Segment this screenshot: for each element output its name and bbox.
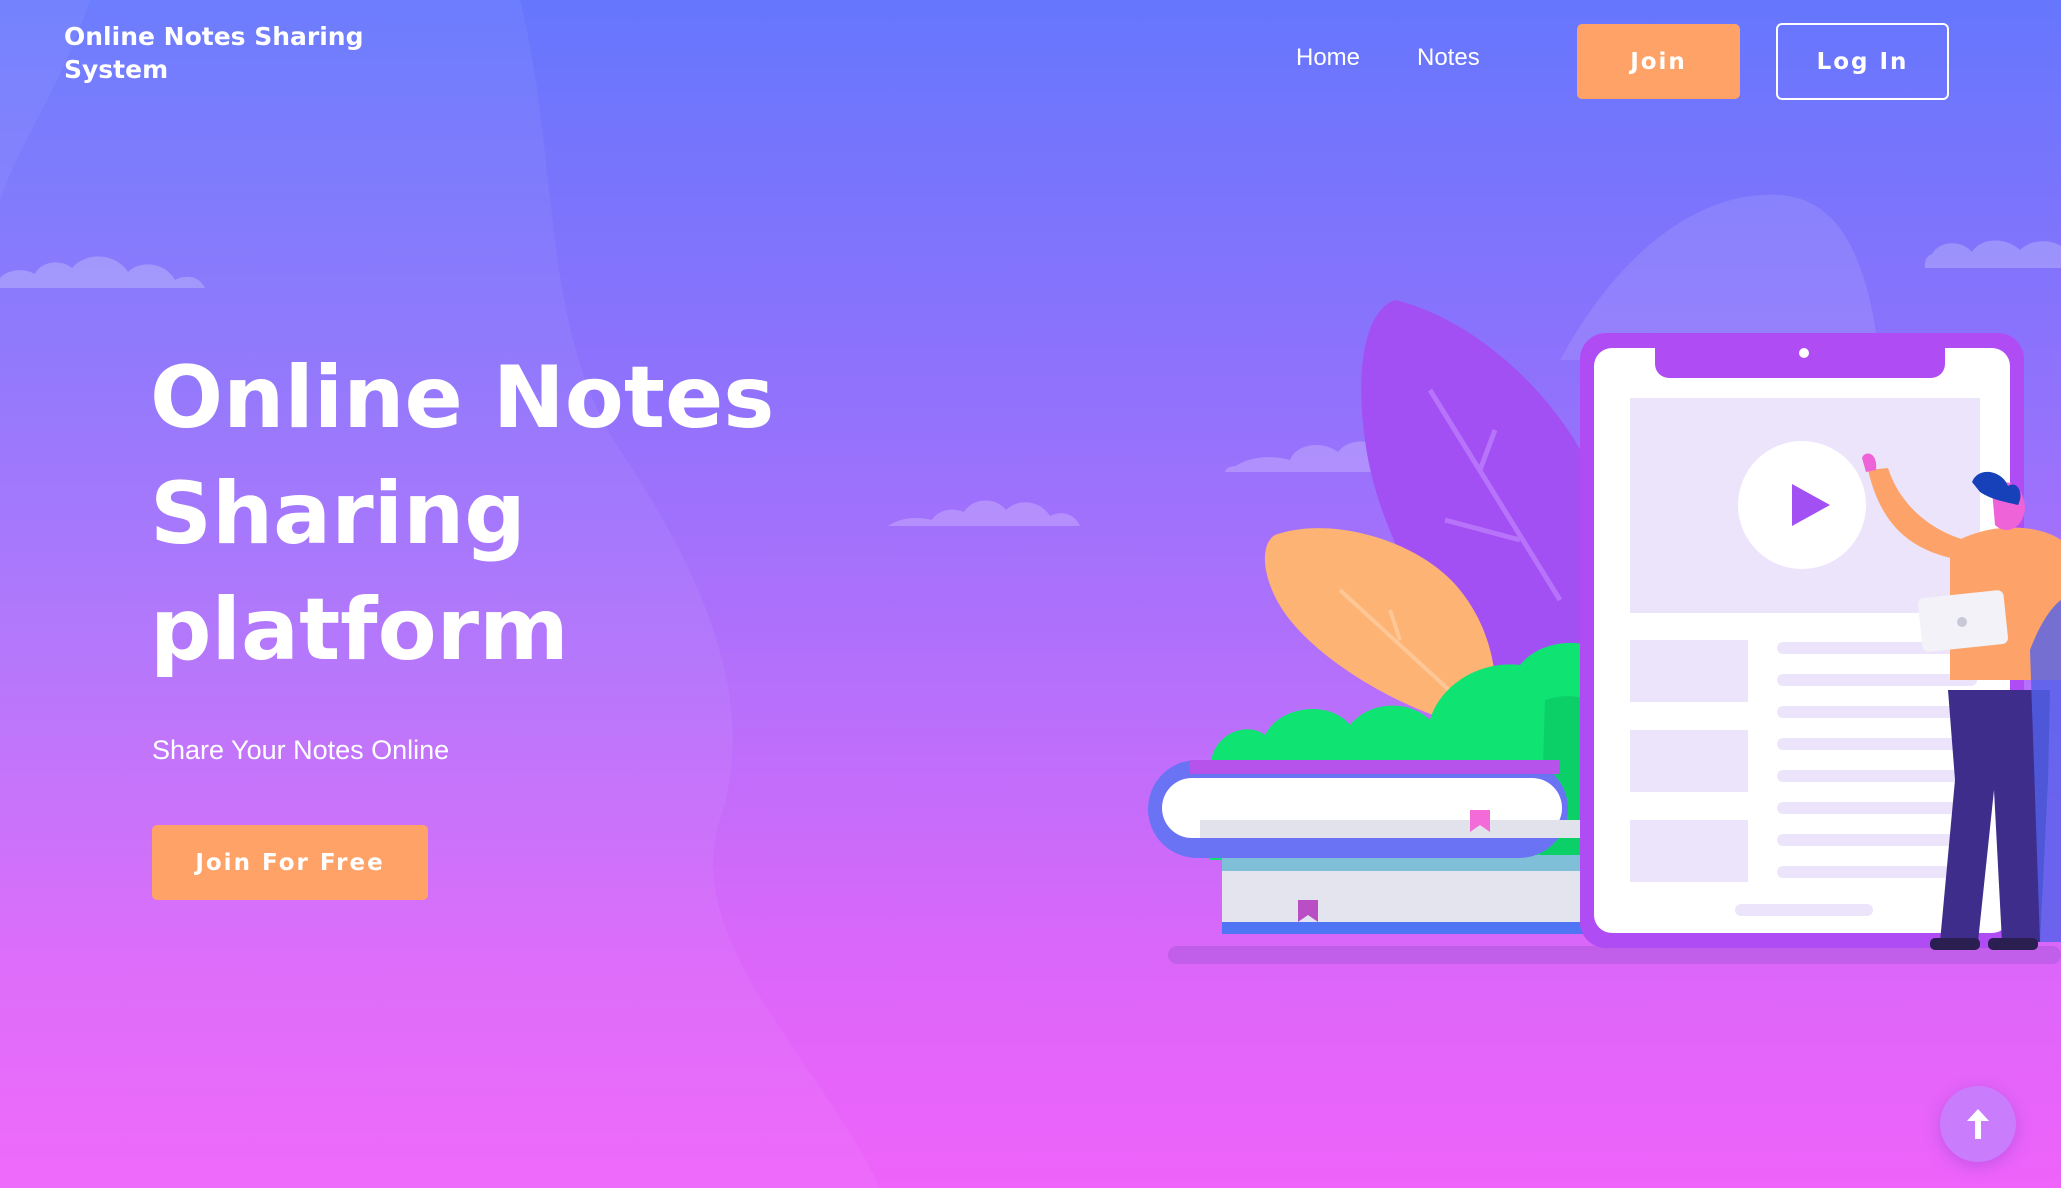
- hero-title: Online Notes Sharing platform: [150, 348, 775, 680]
- join-button[interactable]: Join: [1577, 24, 1740, 99]
- nav-home-link[interactable]: Home: [1296, 44, 1360, 72]
- scroll-to-top-button[interactable]: [1940, 1086, 2016, 1162]
- login-button[interactable]: Log In: [1776, 23, 1949, 100]
- hero-illustration: [1148, 300, 2061, 964]
- nav-notes-link[interactable]: Notes: [1417, 44, 1480, 72]
- cloud-center: [888, 500, 1080, 526]
- arrow-up-icon: [1967, 1109, 1989, 1139]
- join-for-free-button[interactable]: Join For Free: [152, 825, 428, 900]
- hero-subtitle: Share Your Notes Online: [152, 735, 450, 765]
- brand-logo[interactable]: Online Notes Sharing System: [64, 20, 384, 86]
